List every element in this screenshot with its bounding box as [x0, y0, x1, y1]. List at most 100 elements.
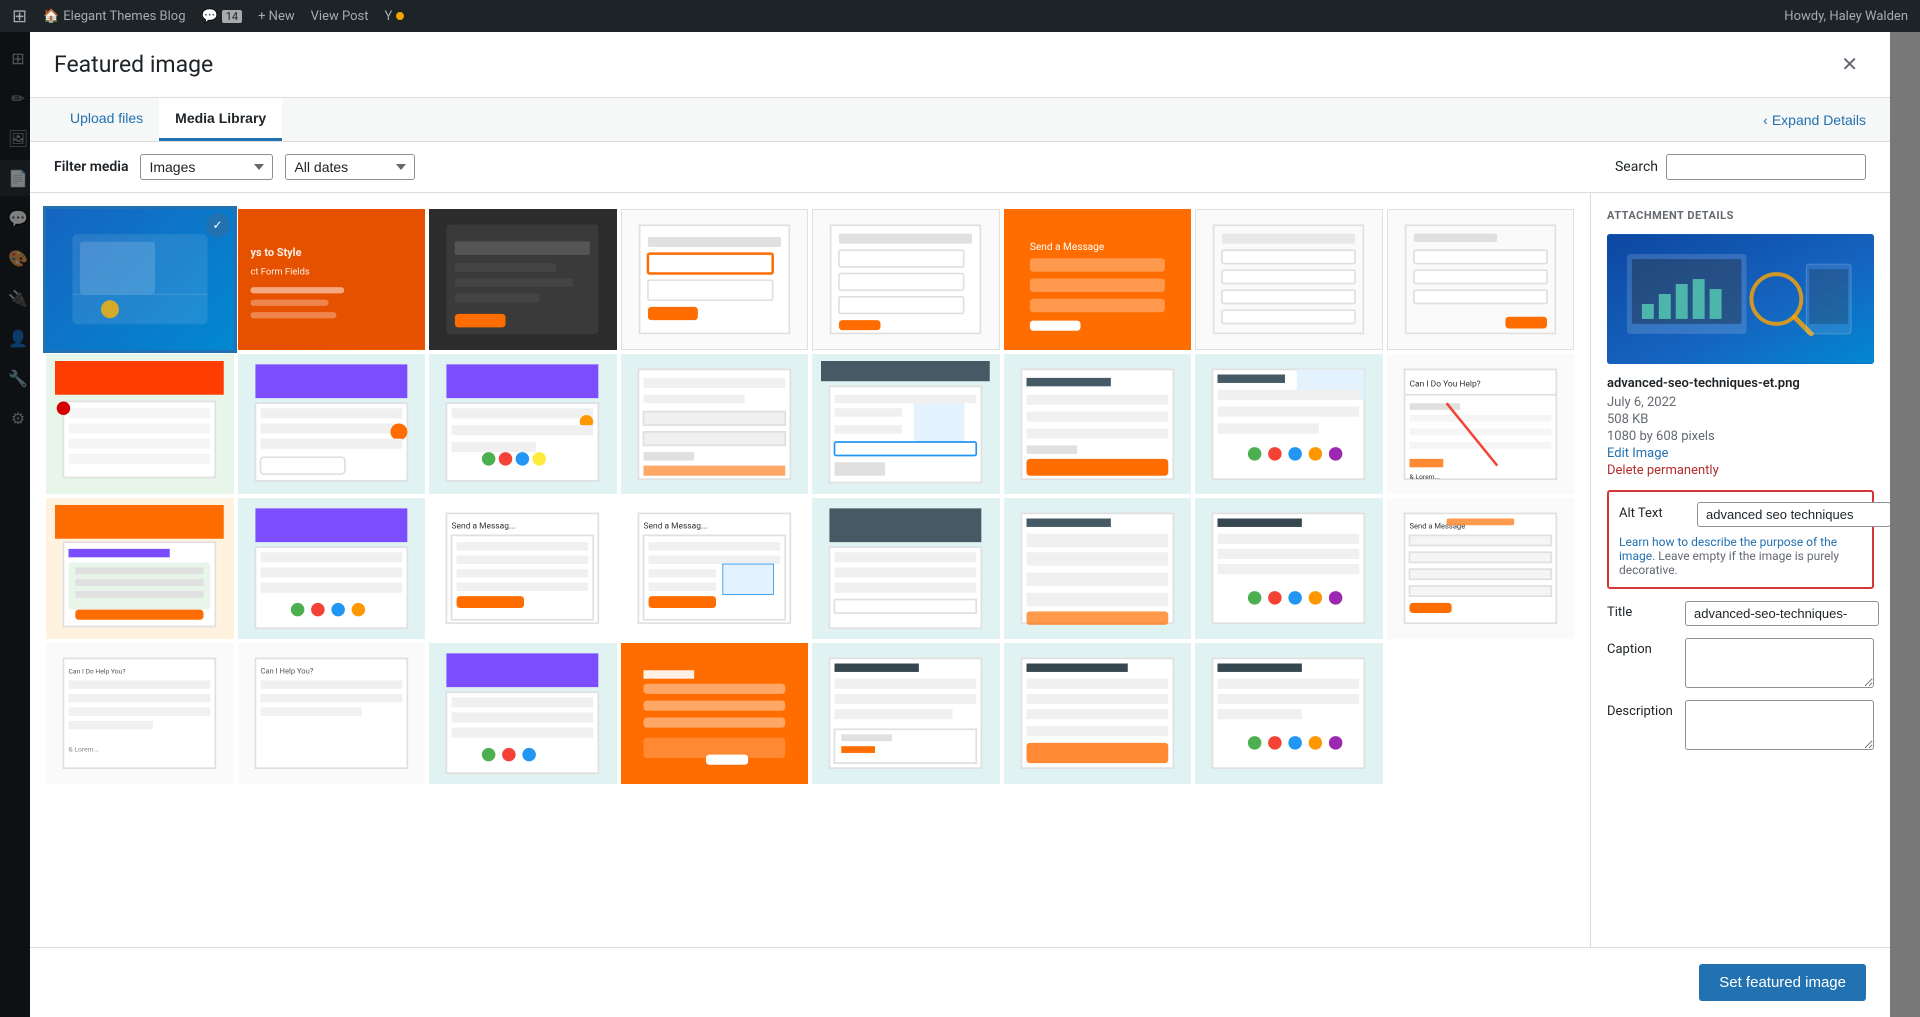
svg-text:Send a Messag...: Send a Messag... [452, 522, 516, 532]
media-thumbnail [1195, 209, 1383, 350]
media-thumbnail: ys to Style ct Form Fields [238, 209, 426, 350]
media-item[interactable] [1004, 498, 1192, 639]
media-item[interactable]: Send a Message [1004, 209, 1192, 350]
delete-permanently-link[interactable]: Delete permanently [1607, 463, 1874, 478]
media-thumbnail: Can I Help You? [238, 643, 426, 784]
search-section: Search [1615, 154, 1866, 180]
media-item[interactable]: ✓ [46, 209, 234, 350]
search-input[interactable] [1666, 154, 1866, 180]
media-item[interactable] [812, 498, 1000, 639]
media-thumbnail [1195, 643, 1383, 784]
media-grid-container: ✓ ys to Style ct Form Fields [30, 193, 1590, 947]
set-featured-image-button[interactable]: Set featured image [1699, 964, 1866, 1001]
media-thumbnail: Can I Do Help You? & Lorem... [46, 643, 234, 784]
media-thumbnail [1195, 354, 1383, 495]
filter-label: Filter media [54, 159, 128, 175]
modal-footer: Set featured image [30, 947, 1890, 1017]
media-item[interactable] [1195, 498, 1383, 639]
svg-text:ct Form Fields: ct Form Fields [250, 267, 309, 278]
media-item[interactable] [46, 498, 234, 639]
search-label: Search [1615, 159, 1658, 175]
filter-date-select[interactable]: All dates January 2023 February 2023 [285, 154, 415, 180]
media-thumbnail [1387, 209, 1575, 350]
media-thumbnail [429, 354, 617, 495]
media-item[interactable]: Can I Do You Help? & Lorem... [1387, 354, 1575, 495]
media-item[interactable] [46, 354, 234, 495]
media-item[interactable] [812, 209, 1000, 350]
media-thumbnail: Send a Message [1387, 498, 1575, 639]
media-item[interactable] [1387, 209, 1575, 350]
media-item[interactable]: ys to Style ct Form Fields [238, 209, 426, 350]
media-item[interactable]: Can I Help You? [238, 643, 426, 784]
media-item[interactable]: Send a Message [1387, 498, 1575, 639]
alt-text-field-row: Alt Text [1619, 502, 1862, 527]
media-item[interactable] [1195, 354, 1383, 495]
new-bar-item[interactable]: + New [258, 9, 295, 24]
media-item[interactable] [1195, 209, 1383, 350]
media-item[interactable]: Send a Messag... [621, 498, 809, 639]
media-item[interactable] [429, 209, 617, 350]
media-item[interactable] [429, 643, 617, 784]
media-item[interactable]: Can I Do Help You? & Lorem... [46, 643, 234, 784]
media-item[interactable] [812, 354, 1000, 495]
media-item[interactable] [238, 354, 426, 495]
modal-close-button[interactable]: ✕ [1833, 48, 1866, 81]
tab-upload-files[interactable]: Upload files [54, 98, 159, 141]
media-item[interactable] [621, 643, 809, 784]
media-item[interactable] [429, 354, 617, 495]
title-label: Title [1607, 601, 1677, 620]
media-thumbnail: Can I Do You Help? & Lorem... [1387, 354, 1575, 495]
media-thumbnail [1004, 643, 1192, 784]
svg-text:Can I Do You Help?: Can I Do You Help? [1409, 379, 1480, 389]
yoast-status-dot [396, 12, 404, 20]
attachment-details-heading: ATTACHMENT DETAILS [1607, 209, 1874, 222]
description-field-section: Description [1607, 700, 1874, 750]
svg-text:& Lorem...: & Lorem... [69, 745, 100, 753]
media-thumbnail [812, 498, 1000, 639]
media-thumbnail [46, 354, 234, 495]
selected-checkmark: ✓ [206, 213, 230, 237]
media-thumbnail: Send a Messag... [621, 498, 809, 639]
modal-body: ✓ ys to Style ct Form Fields [30, 193, 1890, 947]
description-label: Description [1607, 700, 1677, 719]
media-thumbnail [621, 643, 809, 784]
media-thumbnail [1004, 354, 1192, 495]
tab-media-library[interactable]: Media Library [159, 98, 282, 141]
media-item[interactable]: Send a Messag... [429, 498, 617, 639]
svg-text:Send a Messag...: Send a Messag... [643, 522, 707, 532]
media-item[interactable] [621, 209, 809, 350]
attachment-filesize: 508 KB [1607, 412, 1874, 427]
media-item[interactable] [1004, 643, 1192, 784]
modal-header: Featured image ✕ [30, 32, 1890, 98]
wp-logo-icon[interactable]: ⊞ [12, 6, 27, 27]
admin-bar: ⊞ 🏠 Elegant Themes Blog 💬 14 + New View … [0, 0, 1920, 32]
media-item[interactable] [1195, 643, 1383, 784]
featured-image-modal: Featured image ✕ Upload files Media Libr… [30, 32, 1890, 1017]
filter-type-select[interactable]: Images All media items Audio Video [140, 154, 273, 180]
modal-title: Featured image [54, 51, 213, 78]
media-thumbnail [238, 498, 426, 639]
attachment-details-panel: ATTACHMENT DETAILS [1590, 193, 1890, 947]
comments-bar-item[interactable]: 💬 14 [202, 9, 243, 24]
media-item[interactable] [238, 498, 426, 639]
caption-field-row: Caption [1607, 638, 1874, 688]
edit-image-link[interactable]: Edit Image [1607, 446, 1874, 461]
description-input[interactable] [1685, 700, 1874, 750]
description-field-row: Description [1607, 700, 1874, 750]
media-thumbnail [812, 354, 1000, 495]
media-item[interactable] [812, 643, 1000, 784]
media-item[interactable] [621, 354, 809, 495]
attachment-thumbnail [1607, 234, 1874, 364]
caption-input[interactable] [1685, 638, 1874, 688]
title-input[interactable] [1685, 601, 1879, 626]
media-thumbnail [429, 209, 617, 350]
svg-text:Can I Help You?: Can I Help You? [260, 667, 313, 676]
site-name-bar-item[interactable]: 🏠 Elegant Themes Blog [43, 9, 185, 24]
media-thumbnail [1004, 498, 1192, 639]
yoast-icon[interactable]: Y [384, 9, 404, 24]
view-post-bar-item[interactable]: View Post [311, 9, 369, 24]
alt-text-input[interactable] [1697, 502, 1890, 527]
modal-tabs: Upload files Media Library ‹ Expand Deta… [30, 98, 1890, 142]
expand-details-button[interactable]: ‹ Expand Details [1763, 112, 1866, 128]
media-item[interactable] [1004, 354, 1192, 495]
